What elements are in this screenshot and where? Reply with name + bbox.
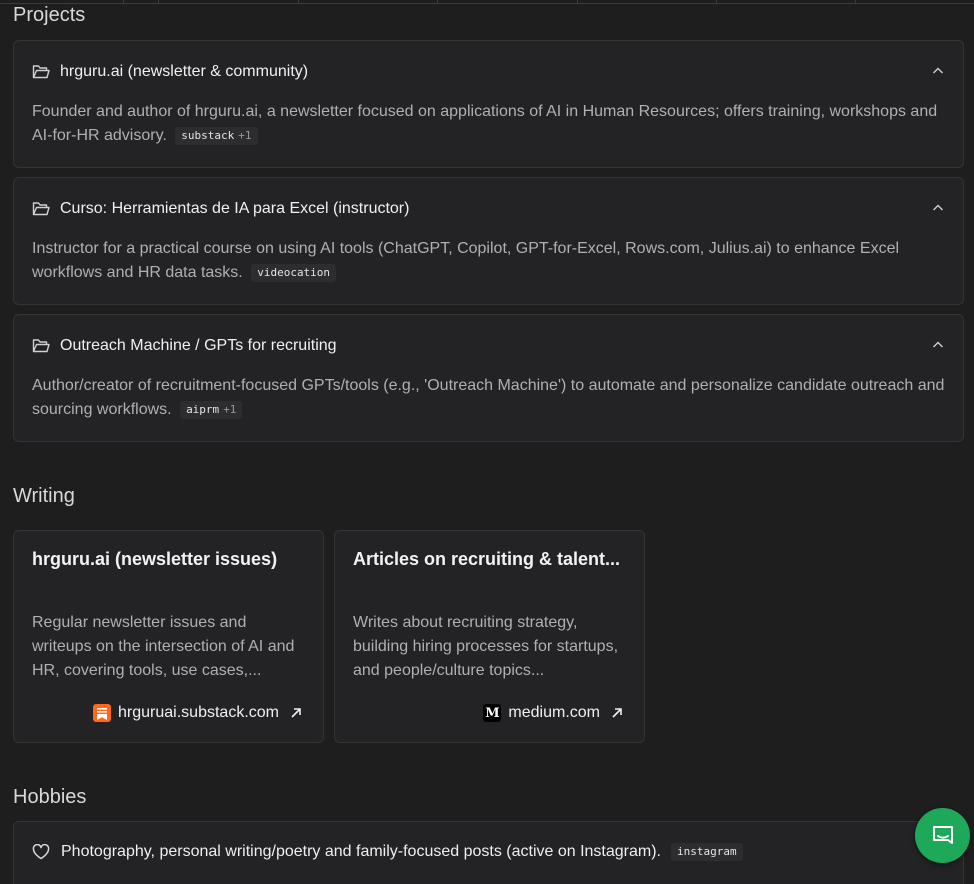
writing-description: Regular newsletter issues and writeups o… bbox=[32, 614, 295, 679]
tag-label: aiprm bbox=[186, 403, 220, 416]
writing-heading: Writing bbox=[13, 485, 75, 507]
tag-badge[interactable]: substack +1 bbox=[175, 127, 258, 145]
writing-card-newsletter[interactable]: hrguru.ai (newsletter issues) Regular ne… bbox=[13, 530, 324, 743]
hobby-card[interactable]: Photography, personal writing/poetry and… bbox=[13, 821, 964, 884]
hobby-text: Photography, personal writing/poetry and… bbox=[61, 843, 661, 860]
folder-icon bbox=[32, 64, 50, 80]
project-description-text: Instructor for a practical course on usi… bbox=[32, 240, 900, 281]
link-text: hrguruai.substack.com bbox=[118, 704, 279, 721]
medium-icon: M bbox=[483, 704, 502, 722]
chevron-up-icon[interactable] bbox=[931, 338, 945, 352]
top-divider bbox=[0, 0, 974, 4]
external-link-arrow-icon bbox=[610, 706, 624, 720]
projects-heading: Projects bbox=[13, 4, 86, 26]
tag-badge[interactable]: aiprm +1 bbox=[180, 401, 243, 419]
project-card-hrguru[interactable]: hrguru.ai (newsletter & community) Found… bbox=[13, 40, 964, 168]
substack-icon bbox=[93, 704, 112, 722]
writing-description: Writes about recruiting strategy, buildi… bbox=[353, 614, 619, 679]
project-description-text: Founder and author of hrguru.ai, a newsl… bbox=[32, 103, 938, 144]
project-description-text: Author/creator of recruitment-focused GP… bbox=[32, 377, 945, 418]
tag-badge[interactable]: videocation bbox=[251, 264, 337, 282]
heart-icon bbox=[32, 844, 50, 860]
writing-title: hrguru.ai (newsletter issues) bbox=[32, 549, 278, 569]
folder-icon bbox=[32, 201, 50, 217]
external-link-arrow-icon bbox=[289, 706, 303, 720]
chat-icon bbox=[929, 822, 957, 850]
chat-support-button[interactable] bbox=[915, 808, 970, 863]
writing-card-articles[interactable]: Articles on recruiting & talent... Write… bbox=[334, 530, 645, 743]
tag-label: substack bbox=[181, 129, 235, 142]
tag-extra-count: +1 bbox=[223, 403, 237, 416]
project-title: Outreach Machine / GPTs for recruiting bbox=[60, 337, 337, 354]
project-title: hrguru.ai (newsletter & community) bbox=[60, 63, 309, 80]
tag-extra-count: +1 bbox=[238, 129, 252, 142]
project-description: Author/creator of recruitment-focused GP… bbox=[32, 374, 945, 422]
writing-link-medium[interactable]: M medium.com bbox=[483, 704, 624, 722]
chevron-up-icon[interactable] bbox=[931, 201, 945, 215]
project-description: Instructor for a practical course on usi… bbox=[32, 237, 945, 285]
project-title: Curso: Herramientas de IA para Excel (in… bbox=[60, 200, 410, 217]
project-description: Founder and author of hrguru.ai, a newsl… bbox=[32, 100, 945, 148]
writing-title: Articles on recruiting & talent... bbox=[353, 549, 621, 569]
folder-icon bbox=[32, 338, 50, 354]
link-text: medium.com bbox=[508, 704, 600, 721]
tag-label: videocation bbox=[257, 266, 331, 279]
project-card-outreach-machine[interactable]: Outreach Machine / GPTs for recruiting A… bbox=[13, 314, 964, 442]
hobbies-heading: Hobbies bbox=[13, 786, 87, 808]
chevron-up-icon[interactable] bbox=[931, 64, 945, 78]
writing-link-substack[interactable]: hrguruai.substack.com bbox=[93, 704, 303, 722]
tag-label: instagram bbox=[677, 845, 737, 858]
tag-badge[interactable]: instagram bbox=[671, 843, 743, 861]
project-card-excel-course[interactable]: Curso: Herramientas de IA para Excel (in… bbox=[13, 177, 964, 305]
